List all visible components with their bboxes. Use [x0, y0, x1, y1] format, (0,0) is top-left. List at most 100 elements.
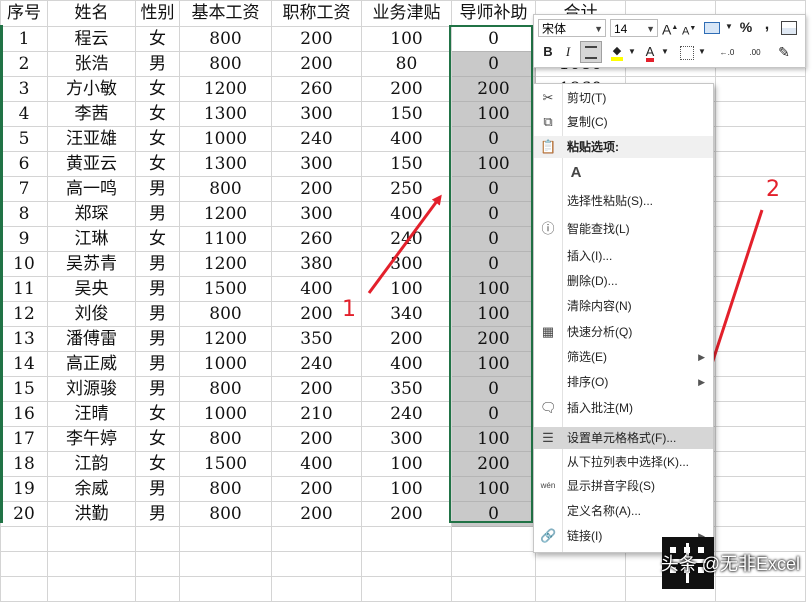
table-cell[interactable]: 8 [0, 201, 48, 227]
table-cell[interactable]: 刘俊 [47, 301, 136, 327]
table-cell[interactable]: 800 [179, 176, 272, 202]
empty-cell[interactable] [47, 551, 136, 577]
table-cell[interactable]: 300 [271, 101, 362, 127]
table-cell[interactable]: 400 [271, 451, 362, 477]
table-cell[interactable]: 6 [0, 151, 48, 177]
table-cell[interactable]: 11 [0, 276, 48, 302]
table-cell[interactable]: 800 [179, 301, 272, 327]
empty-cell[interactable] [715, 76, 806, 102]
menu-item[interactable]: ⓘ 智能查找(L) [534, 218, 713, 240]
empty-cell[interactable] [715, 351, 806, 377]
empty-cell[interactable] [715, 226, 806, 252]
decrease-decimal-button[interactable]: .00 [742, 43, 768, 63]
menu-item[interactable]: 定义名称(A)... [534, 500, 713, 522]
table-cell[interactable]: 14 [0, 351, 48, 377]
empty-cell[interactable] [715, 126, 806, 152]
table-cell[interactable]: 800 [179, 476, 272, 502]
table-cell[interactable]: 0 [451, 401, 536, 427]
column-header[interactable]: 序号 [0, 0, 48, 27]
table-cell[interactable]: 汪晴 [47, 401, 136, 427]
table-cell[interactable]: 1200 [179, 76, 272, 102]
table-cell[interactable]: 200 [271, 376, 362, 402]
increase-decimal-button[interactable]: ←.0 [714, 43, 740, 63]
comma-style-button[interactable]: , [760, 15, 774, 35]
table-cell[interactable]: 女 [135, 76, 180, 102]
center-align-button[interactable] [580, 41, 602, 63]
table-cell[interactable]: 女 [135, 401, 180, 427]
table-cell[interactable]: 男 [135, 276, 180, 302]
empty-cell[interactable] [535, 576, 626, 602]
table-cell[interactable]: 350 [361, 376, 452, 402]
empty-cell[interactable] [135, 551, 180, 577]
table-cell[interactable]: 15 [0, 376, 48, 402]
table-cell[interactable]: 10 [0, 251, 48, 277]
empty-cell[interactable] [179, 551, 272, 577]
table-cell[interactable]: 江琳 [47, 226, 136, 252]
table-cell[interactable]: 260 [271, 226, 362, 252]
table-cell[interactable]: 800 [179, 501, 272, 527]
table-cell[interactable]: 1 [0, 26, 48, 52]
table-cell[interactable]: 5 [0, 126, 48, 152]
table-cell[interactable]: 李午婷 [47, 426, 136, 452]
table-cell[interactable]: 高正威 [47, 351, 136, 377]
menu-item[interactable]: 🗨 插入批注(M) [534, 397, 713, 419]
column-header[interactable]: 姓名 [47, 0, 136, 27]
menu-item[interactable]: 排序(O) ▶ [534, 371, 713, 393]
empty-cell[interactable] [179, 526, 272, 552]
accounting-format-button[interactable] [702, 17, 722, 37]
font-color-button[interactable]: A [642, 42, 658, 62]
empty-cell[interactable] [451, 526, 536, 552]
empty-cell[interactable] [715, 376, 806, 402]
table-cell[interactable]: 16 [0, 401, 48, 427]
table-cell[interactable]: 0 [451, 176, 536, 202]
table-cell[interactable]: 4 [0, 101, 48, 127]
menu-item[interactable]: ⧉ 复制(C) [534, 111, 713, 133]
table-cell[interactable]: 400 [361, 351, 452, 377]
table-cell[interactable]: 400 [271, 276, 362, 302]
table-cell[interactable]: 1000 [179, 351, 272, 377]
table-cell[interactable]: 0 [451, 51, 536, 77]
table-cell[interactable]: 100 [451, 151, 536, 177]
empty-cell[interactable] [135, 526, 180, 552]
empty-cell[interactable] [715, 201, 806, 227]
font-size-combo[interactable]: 14 ▼ [610, 19, 658, 37]
empty-cell[interactable] [135, 576, 180, 602]
grow-font-button[interactable]: A▲ [662, 18, 678, 38]
table-cell[interactable]: 吴央 [47, 276, 136, 302]
table-cell[interactable]: 200 [361, 326, 452, 352]
table-cell[interactable]: 200 [271, 501, 362, 527]
chevron-down-icon[interactable]: ▼ [627, 42, 637, 62]
empty-cell[interactable] [451, 551, 536, 577]
empty-cell[interactable] [361, 526, 452, 552]
table-cell[interactable]: 男 [135, 326, 180, 352]
empty-cell[interactable] [715, 101, 806, 127]
table-cell[interactable]: 0 [451, 501, 536, 527]
table-cell[interactable]: 300 [361, 426, 452, 452]
table-cell[interactable]: 800 [179, 51, 272, 77]
empty-cell[interactable] [715, 326, 806, 352]
table-cell[interactable]: 100 [451, 101, 536, 127]
table-cell[interactable]: 1200 [179, 201, 272, 227]
menu-item[interactable]: 从下拉列表中选择(K)... [534, 451, 713, 473]
table-cell[interactable]: 1300 [179, 101, 272, 127]
table-cell[interactable]: 100 [451, 301, 536, 327]
clear-format-button[interactable]: ✎ [774, 42, 794, 62]
column-header[interactable]: 职称工资 [271, 0, 362, 27]
table-cell[interactable]: 1300 [179, 151, 272, 177]
format-painter-button[interactable] [780, 17, 798, 37]
menu-item[interactable]: 筛选(E) ▶ [534, 346, 713, 368]
table-cell[interactable]: 潘傅雷 [47, 326, 136, 352]
column-header[interactable]: 性别 [135, 0, 180, 27]
empty-cell[interactable] [361, 576, 452, 602]
table-cell[interactable]: 洪勤 [47, 501, 136, 527]
empty-cell[interactable] [47, 576, 136, 602]
table-cell[interactable]: 男 [135, 251, 180, 277]
table-cell[interactable]: 女 [135, 426, 180, 452]
menu-item[interactable]: ✂ 剪切(T) [534, 87, 713, 109]
empty-cell[interactable] [271, 551, 362, 577]
fill-color-button[interactable]: ◆ [608, 42, 626, 62]
column-header[interactable]: 导师补助 [451, 0, 536, 27]
table-cell[interactable]: 0 [451, 251, 536, 277]
table-cell[interactable]: 240 [361, 226, 452, 252]
table-cell[interactable]: 100 [361, 276, 452, 302]
